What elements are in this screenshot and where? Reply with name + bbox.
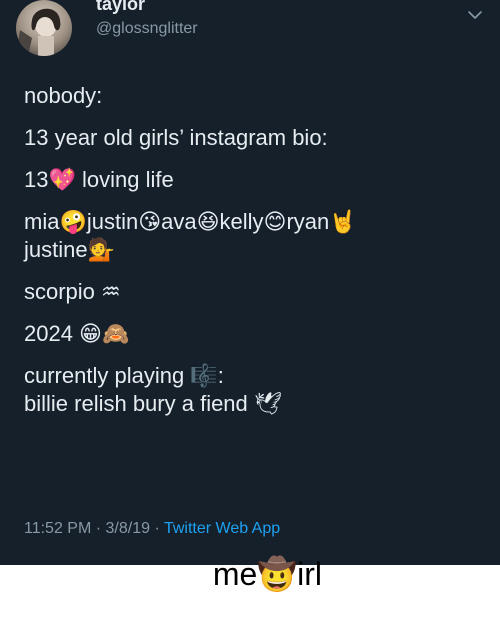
tweet-line: 13 year old girls’ instagram bio: — [24, 125, 328, 150]
chevron-down-icon[interactable] — [466, 6, 484, 24]
tweet-line: billie relish bury a fiend 🕊 — [24, 391, 282, 416]
tweet-line: mia🤪justin😘ava😆kelly😊ryan🤘 — [24, 209, 357, 234]
tweet-body: nobody: 13 year old girls’ instagram bio… — [24, 82, 484, 418]
tweet-card: taylor @glossnglitter nobody: 13 year ol… — [0, 0, 500, 565]
tweet-line: currently playing 🎼: — [24, 363, 224, 388]
tweet-line: nobody: — [24, 83, 103, 108]
tweet-meta: 11:52 PM · 3/8/19 · Twitter Web App — [24, 520, 280, 538]
tweet-line: 13💖 loving life — [24, 167, 174, 192]
tweet-line: 2024 😁🙈 — [24, 321, 130, 346]
tweet-line: justine💁 — [24, 237, 115, 262]
display-name[interactable]: taylor — [96, 0, 145, 15]
tweet-timestamp[interactable]: 11:52 PM · 3/8/19 · — [24, 520, 164, 537]
avatar[interactable] — [16, 0, 72, 56]
user-handle[interactable]: @glossnglitter — [96, 20, 198, 38]
tweet-line: scorpio ♒ — [24, 279, 121, 304]
tweet-source-link[interactable]: Twitter Web App — [164, 520, 280, 537]
meme-caption: me🤠irl — [212, 556, 322, 592]
avatar-image — [16, 8, 61, 56]
